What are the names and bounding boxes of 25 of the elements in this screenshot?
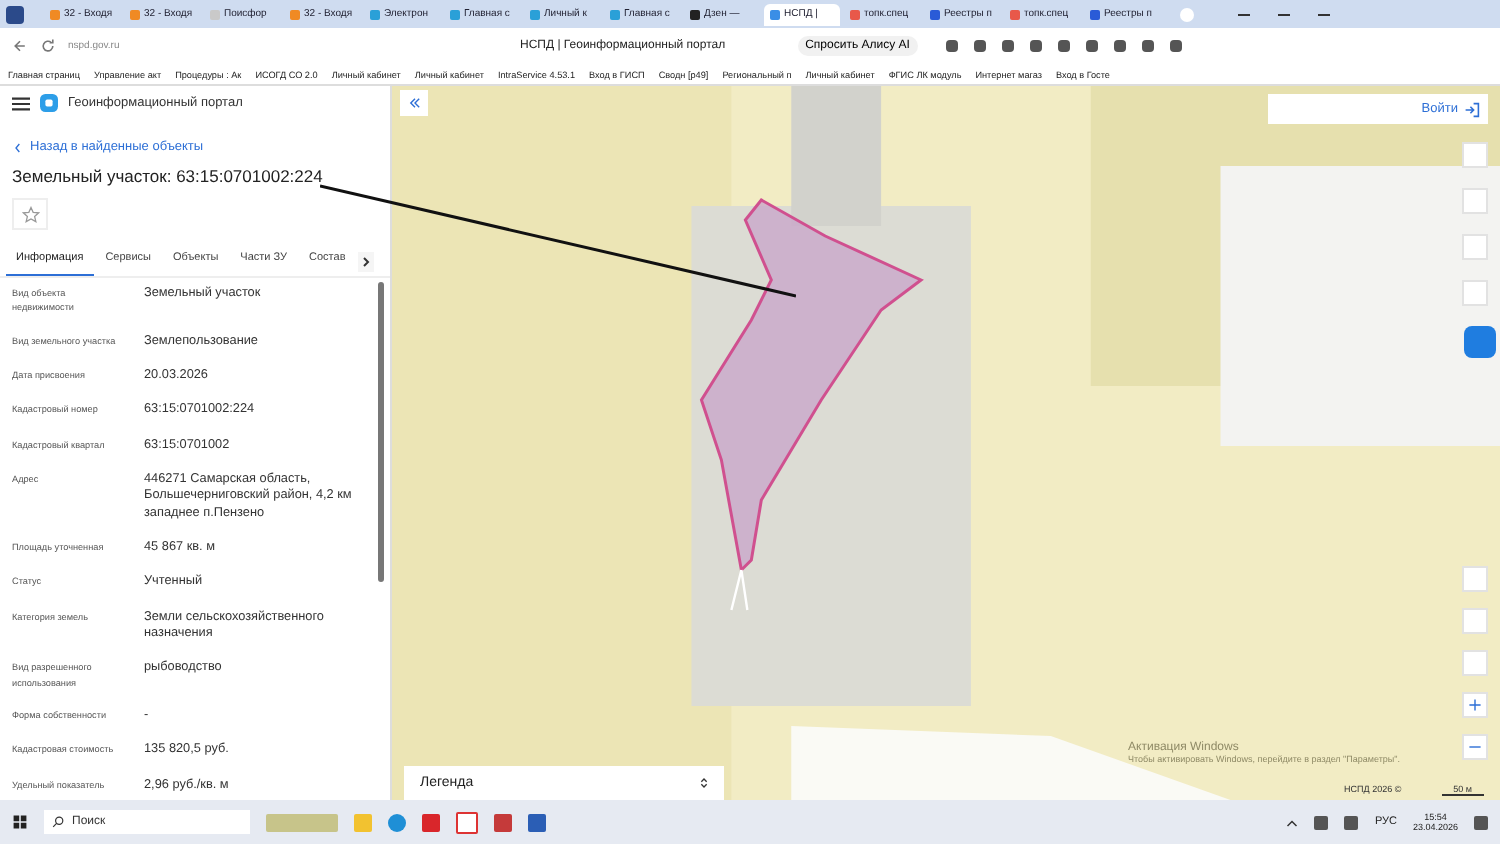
zoom-in-button[interactable] [1462, 692, 1488, 718]
login-icon [1464, 101, 1480, 117]
scroll-right-icon[interactable] [357, 251, 374, 271]
back-chevron-icon[interactable] [14, 141, 22, 153]
collapse-panel-button[interactable] [400, 90, 428, 116]
plus-icon [1468, 698, 1482, 712]
start-icon[interactable] [12, 814, 28, 830]
search-icon [52, 816, 64, 828]
zoom-out-button[interactable] [1462, 734, 1488, 760]
chat-button[interactable] [1463, 326, 1495, 358]
minimize-icon[interactable] [1238, 13, 1250, 15]
browser-logo-icon[interactable] [6, 5, 24, 23]
back-arrow-icon[interactable] [12, 38, 28, 54]
favorite-button[interactable] [12, 198, 48, 230]
browser-icon[interactable] [388, 813, 406, 831]
portal-logo-icon [40, 94, 58, 112]
object-title: Земельный участок: 63:15:0701002:224 [10, 166, 325, 186]
double-chevron-icon [407, 96, 421, 110]
scrollbar[interactable] [378, 282, 384, 582]
app-icon[interactable] [422, 813, 440, 831]
up-down-chevron-icon [700, 776, 708, 790]
reload-icon[interactable] [40, 38, 56, 54]
star-icon [21, 205, 39, 223]
minus-icon [1468, 740, 1482, 754]
menu-icon[interactable] [12, 95, 30, 111]
